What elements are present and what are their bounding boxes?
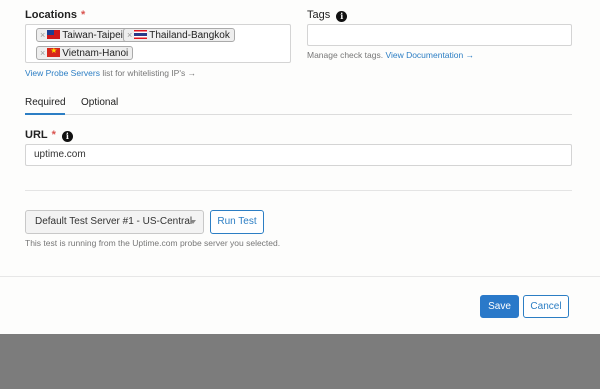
location-chip-vietnam-hanoi: × Vietnam-Hanoi	[36, 46, 134, 60]
tags-helper: Manage check tags. View Documentation →	[307, 50, 474, 60]
chevron-down-icon	[190, 220, 196, 224]
chip-label: Taiwan-Taipei	[62, 30, 123, 41]
locations-label: Locations *	[25, 9, 85, 21]
locations-helper-text: list for whitelisting IP's →	[99, 68, 197, 78]
chip-label: Vietnam-Hanoi	[62, 48, 129, 59]
locations-label-text: Locations	[25, 9, 77, 21]
thailand-flag-icon	[134, 30, 148, 39]
taiwan-flag-icon	[47, 30, 61, 39]
chip-remove-icon[interactable]: ×	[40, 30, 45, 40]
cancel-button[interactable]: Cancel	[523, 295, 569, 318]
section-divider	[25, 190, 572, 191]
chip-label: Thailand-Bangkok	[149, 30, 230, 41]
modal-footer: Save Cancel	[0, 276, 600, 334]
locations-multiselect[interactable]: × Taiwan-Taipei × Thailand-Bangkok × Vietna…	[25, 24, 291, 63]
location-chip-thailand-bangkok: × Thailand-Bangkok	[123, 28, 235, 42]
tags-label-text: Tags	[307, 9, 331, 21]
tab-required[interactable]: Required	[25, 97, 66, 108]
tags-helper-text: Manage check tags.	[307, 50, 386, 60]
tags-label: Tags i	[307, 9, 348, 22]
location-chip-taiwan-taipei: × Taiwan-Taipei	[36, 28, 128, 42]
test-server-note: This test is running from the Uptime.com…	[25, 238, 281, 248]
url-input[interactable]: uptime.com	[25, 144, 572, 166]
info-icon[interactable]: i	[61, 131, 73, 142]
modal-backdrop	[0, 334, 600, 389]
view-probe-servers-link[interactable]: View Probe Servers	[25, 68, 100, 78]
check-edit-modal: Locations * × Taiwan-Taipei × Thailand-Bang…	[0, 0, 600, 334]
chip-remove-icon[interactable]: ×	[40, 48, 45, 58]
locations-helper: View Probe Servers list for whitelisting…	[25, 68, 196, 78]
view-documentation-link[interactable]: View Documentation →	[385, 50, 474, 60]
test-server-select-value: Default Test Server #1 - US-Central	[35, 216, 193, 227]
save-button[interactable]: Save	[480, 295, 519, 318]
url-label-text: URL	[25, 129, 48, 141]
active-tab-indicator	[25, 113, 65, 115]
test-server-select[interactable]: Default Test Server #1 - US-Central	[25, 210, 204, 234]
required-mark: *	[80, 9, 86, 21]
chip-remove-icon[interactable]: ×	[127, 30, 132, 40]
run-test-button[interactable]: Run Test	[210, 210, 264, 234]
required-mark: *	[51, 129, 56, 141]
info-icon[interactable]: i	[336, 11, 348, 22]
vietnam-flag-icon	[47, 48, 61, 57]
url-label: URL * i	[25, 129, 73, 142]
modal-body: Locations * × Taiwan-Taipei × Thailand-Bang…	[0, 0, 600, 276]
tags-input[interactable]	[307, 24, 572, 46]
tabs-divider	[25, 114, 572, 115]
tab-optional[interactable]: Optional	[81, 97, 118, 108]
